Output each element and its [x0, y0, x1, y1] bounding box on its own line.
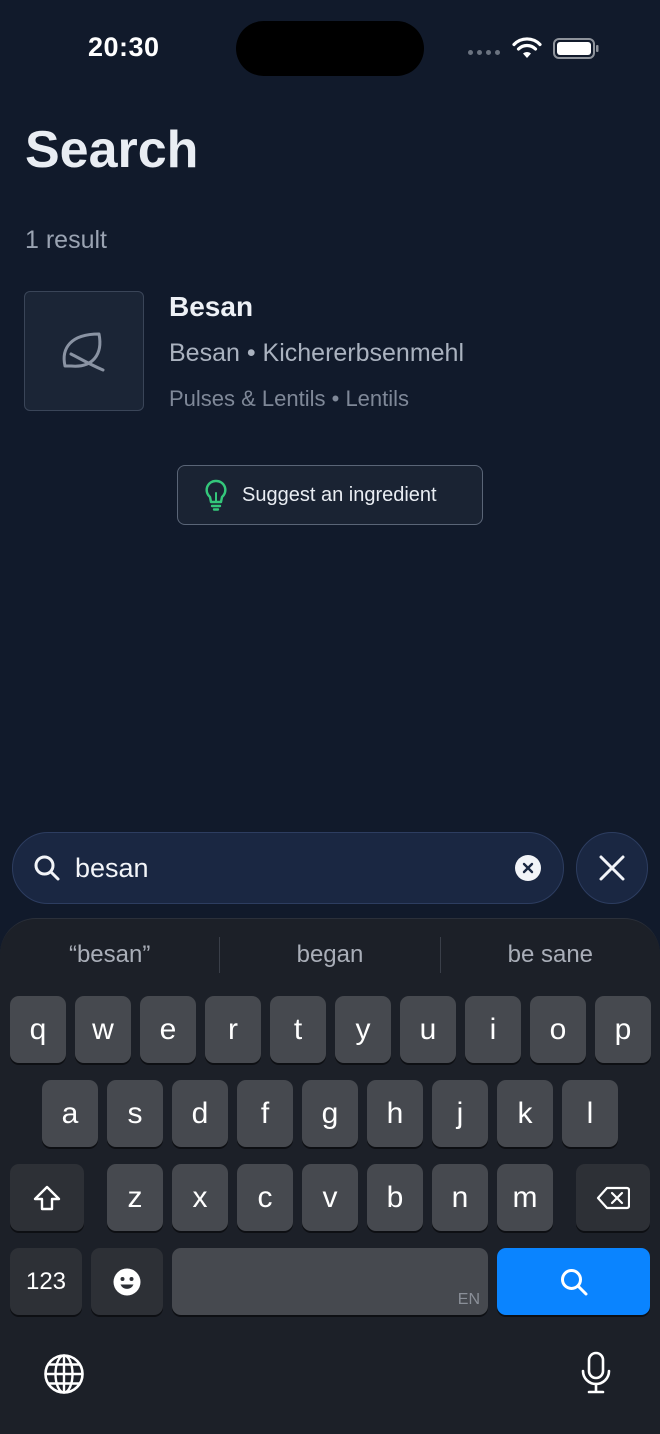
suggest-ingredient-button[interactable]: Suggest an ingredient — [177, 465, 483, 525]
search-icon — [560, 1268, 587, 1295]
emoji-key[interactable] — [91, 1248, 163, 1315]
shift-key[interactable] — [10, 1164, 84, 1231]
prediction-1[interactable]: “besan” — [0, 941, 219, 969]
key-i[interactable]: i — [465, 996, 521, 1063]
status-time: 20:30 — [88, 32, 160, 62]
backspace-icon — [596, 1186, 630, 1209]
key-v[interactable]: v — [302, 1164, 358, 1231]
key-y[interactable]: y — [335, 996, 391, 1063]
numbers-key[interactable]: 123 — [10, 1248, 82, 1315]
space-key[interactable]: EN — [172, 1248, 488, 1315]
leaf-icon — [62, 332, 105, 372]
onscreen-keyboard: “besan” began be sane q w e r t y u i o … — [0, 918, 660, 1434]
key-h[interactable]: h — [367, 1080, 423, 1147]
key-l[interactable]: l — [562, 1080, 618, 1147]
key-s[interactable]: s — [107, 1080, 163, 1147]
microphone-icon[interactable] — [580, 1351, 612, 1395]
key-o[interactable]: o — [530, 996, 586, 1063]
key-r[interactable]: r — [205, 996, 261, 1063]
emoji-icon — [113, 1268, 141, 1295]
key-a[interactable]: a — [42, 1080, 98, 1147]
wifi-icon — [512, 37, 542, 58]
search-key[interactable] — [497, 1248, 650, 1315]
prediction-2[interactable]: began — [220, 941, 439, 969]
key-f[interactable]: f — [237, 1080, 293, 1147]
key-m[interactable]: m — [497, 1164, 553, 1231]
close-icon — [599, 855, 625, 881]
page-title: Search — [25, 121, 199, 179]
battery-icon — [553, 38, 599, 59]
keyboard-language-label: EN — [457, 1291, 480, 1308]
key-n[interactable]: n — [432, 1164, 488, 1231]
globe-icon[interactable] — [43, 1353, 85, 1395]
ingredient-aliases: Besan • Kichererbsenmehl — [169, 339, 465, 367]
backspace-key[interactable] — [576, 1164, 650, 1231]
close-search-button[interactable] — [576, 832, 648, 904]
key-q[interactable]: q — [10, 996, 66, 1063]
suggest-ingredient-label: Suggest an ingredient — [242, 483, 437, 506]
dynamic-island — [236, 21, 424, 76]
result-count: 1 result — [25, 226, 107, 254]
clear-icon — [522, 862, 534, 874]
clear-search-button[interactable] — [515, 855, 541, 881]
lightbulb-icon — [205, 479, 227, 511]
cellular-signal-icon — [468, 50, 500, 55]
key-e[interactable]: e — [140, 996, 196, 1063]
key-b[interactable]: b — [367, 1164, 423, 1231]
key-x[interactable]: x — [172, 1164, 228, 1231]
key-t[interactable]: t — [270, 996, 326, 1063]
result-item-besan[interactable]: Besan Besan • Kichererbsenmehl Pulses & … — [24, 291, 644, 413]
key-j[interactable]: j — [432, 1080, 488, 1147]
key-k[interactable]: k — [497, 1080, 553, 1147]
shift-icon — [33, 1185, 61, 1210]
search-icon — [34, 855, 60, 881]
key-u[interactable]: u — [400, 996, 456, 1063]
key-z[interactable]: z — [107, 1164, 163, 1231]
search-input-value[interactable]: besan — [75, 853, 149, 884]
predictive-text-bar: “besan” began be sane — [0, 919, 660, 991]
search-input[interactable]: besan — [12, 832, 564, 904]
key-w[interactable]: w — [75, 996, 131, 1063]
key-c[interactable]: c — [237, 1164, 293, 1231]
prediction-3[interactable]: be sane — [441, 941, 660, 969]
key-g[interactable]: g — [302, 1080, 358, 1147]
key-p[interactable]: p — [595, 996, 651, 1063]
ingredient-categories: Pulses & Lentils • Lentils — [169, 386, 410, 411]
key-d[interactable]: d — [172, 1080, 228, 1147]
ingredient-name: Besan — [169, 291, 254, 322]
ingredient-thumbnail — [24, 291, 144, 411]
